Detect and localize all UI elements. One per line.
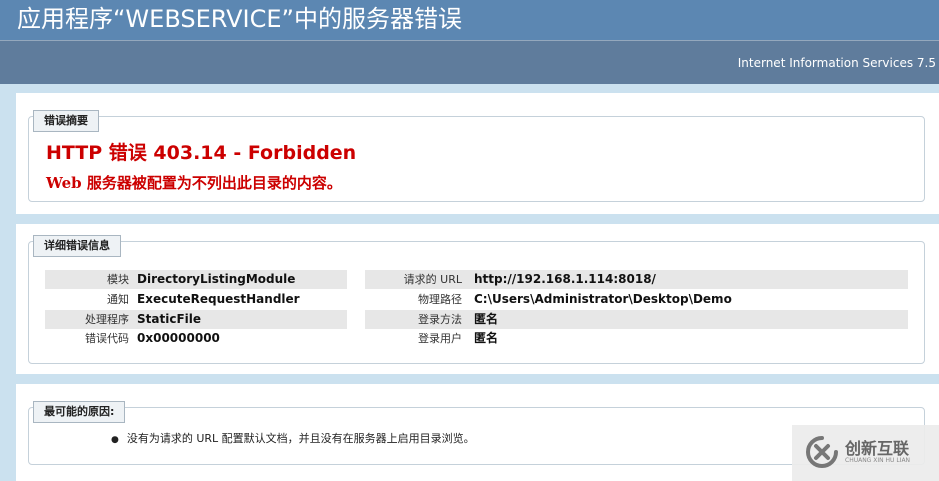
detail-row-logon-method: 登录方法 匿名 — [365, 310, 908, 329]
detail-key: 登录方法 — [418, 313, 462, 326]
detail-key: 模块 — [107, 273, 129, 286]
watermark-logo: 创新互联 CHUANG XIN HU LIAN — [792, 425, 939, 481]
detail-row-logon-user: 登录用户 匿名 — [365, 329, 908, 348]
detail-value: 0x00000000 — [137, 331, 220, 345]
bullet-icon: ● — [111, 435, 119, 445]
detail-row-module: 模块 DirectoryListingModule — [45, 270, 347, 289]
error-description: Web 服务器被配置为不列出此目录的内容。 — [46, 174, 342, 192]
detail-value: StaticFile — [137, 312, 202, 326]
likely-causes-box: 最可能的原因: ● 没有为请求的 URL 配置默认文档，并且没有在服务器上启用目录… — [28, 401, 925, 465]
detail-row-error-code: 错误代码 0x00000000 — [45, 329, 347, 348]
page-title: 应用程序“WEBSERVICE”中的服务器错误 — [17, 5, 462, 33]
detail-row-physical-path: 物理路径 C:\Users\Administrator\Desktop\Demo — [365, 290, 908, 309]
likely-causes-legend: 最可能的原因: — [33, 401, 126, 423]
error-summary-box: 错误摘要 HTTP 错误 403.14 - Forbidden Web 服务器被… — [28, 110, 925, 202]
detailed-error-box: 详细错误信息 模块 DirectoryListingModule 通知 Exec… — [28, 235, 925, 364]
detail-value: DirectoryListingModule — [137, 272, 296, 286]
logo-icon — [806, 436, 838, 468]
server-banner: Internet Information Services 7.5 — [0, 40, 939, 84]
cause-text: 没有为请求的 URL 配置默认文档，并且没有在服务器上启用目录浏览。 — [126, 432, 475, 445]
error-summary-legend: 错误摘要 — [33, 110, 99, 132]
detail-value: http://192.168.1.114:8018/ — [474, 272, 656, 286]
error-title: HTTP 错误 403.14 - Forbidden — [46, 142, 357, 164]
detail-key: 通知 — [107, 293, 129, 306]
detail-value: 匿名 — [474, 312, 499, 326]
server-name: Internet Information Services 7.5 — [737, 56, 936, 70]
detail-value: C:\Users\Administrator\Desktop\Demo — [474, 292, 732, 306]
detail-row-notification: 通知 ExecuteRequestHandler — [45, 290, 347, 309]
detail-row-handler: 处理程序 StaticFile — [45, 310, 347, 329]
detail-key: 处理程序 — [85, 313, 129, 326]
detailed-error-panel: 详细错误信息 模块 DirectoryListingModule 通知 Exec… — [16, 224, 939, 374]
page-header: 应用程序“WEBSERVICE”中的服务器错误 — [0, 0, 939, 40]
cause-item: ● 没有为请求的 URL 配置默认文档，并且没有在服务器上启用目录浏览。 — [111, 430, 475, 446]
detailed-error-legend: 详细错误信息 — [33, 235, 121, 257]
detail-value: 匿名 — [474, 331, 499, 345]
detail-key: 物理路径 — [418, 293, 462, 306]
error-summary-panel: 错误摘要 HTTP 错误 403.14 - Forbidden Web 服务器被… — [16, 93, 939, 214]
detail-key: 请求的 URL — [403, 273, 462, 286]
watermark-text: 创新互联 — [845, 439, 910, 458]
detail-key: 错误代码 — [85, 332, 129, 345]
detail-key: 登录用户 — [418, 332, 462, 345]
detail-row-requested-url: 请求的 URL http://192.168.1.114:8018/ — [365, 270, 908, 289]
detail-value: ExecuteRequestHandler — [137, 292, 300, 306]
watermark-subtext: CHUANG XIN HU LIAN — [845, 457, 911, 464]
